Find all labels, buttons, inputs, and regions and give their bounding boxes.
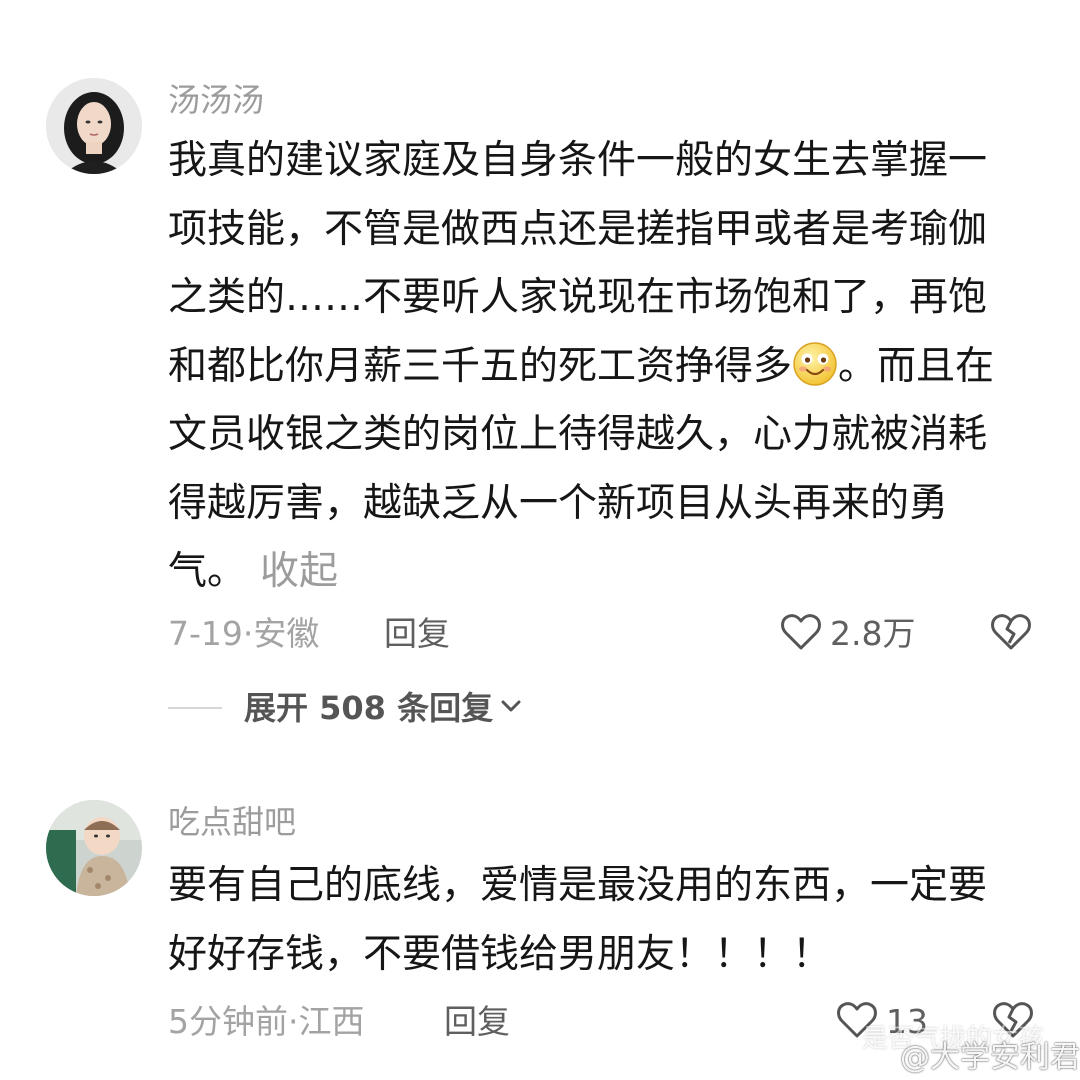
comment-meta: 5分钟前·江西 — [168, 1002, 365, 1042]
like-count: 2.8万 — [830, 614, 916, 653]
username[interactable]: 吃点甜吧 — [168, 802, 296, 842]
comment-location: 安徽 — [253, 614, 320, 653]
comment-date: 5分钟前 — [168, 1002, 288, 1041]
smiling-face-emoji — [792, 341, 838, 387]
meta-separator: · — [242, 614, 254, 653]
heart-outline-icon — [780, 612, 822, 656]
comment-text: 要有自己的底线，爱情是最没用的东西，一定要好好存钱，不要借钱给男朋友！！！！ — [168, 863, 988, 977]
username[interactable]: 汤汤汤 — [168, 80, 264, 120]
like-button[interactable]: 2.8万 — [780, 612, 915, 656]
avatar[interactable] — [46, 800, 142, 896]
comment-location: 江西 — [298, 1002, 365, 1041]
comment-meta: 7-19·安徽 — [168, 614, 319, 654]
comment-body: 我真的建议家庭及自身条件一般的女生去掌握一项技能，不管是做西点还是搓指甲或者是考… — [168, 127, 1018, 607]
expand-replies-label: 展开 508 条回复 — [244, 689, 494, 727]
reply-button[interactable]: 回复 — [384, 614, 450, 654]
expand-replies-button[interactable]: 展开 508 条回复 — [168, 688, 523, 728]
broken-heart-icon[interactable] — [990, 612, 1032, 656]
comment-date: 7-19 — [168, 614, 243, 653]
divider — [168, 707, 222, 709]
meta-separator: · — [288, 1002, 299, 1041]
avatar[interactable] — [46, 78, 142, 174]
chevron-down-icon — [499, 696, 523, 720]
watermark: @大学安利君 — [900, 1040, 1080, 1075]
comment-body: 要有自己的底线，爱情是最没用的东西，一定要好好存钱，不要借钱给男朋友！！！！ — [168, 852, 1018, 989]
comment-list: 汤汤汤 我真的建议家庭及自身条件一般的女生去掌握一项技能，不管是做西点还是搓指甲… — [0, 0, 1080, 1080]
reply-button[interactable]: 回复 — [444, 1002, 510, 1042]
collapse-link[interactable]: 收起 — [260, 549, 338, 594]
